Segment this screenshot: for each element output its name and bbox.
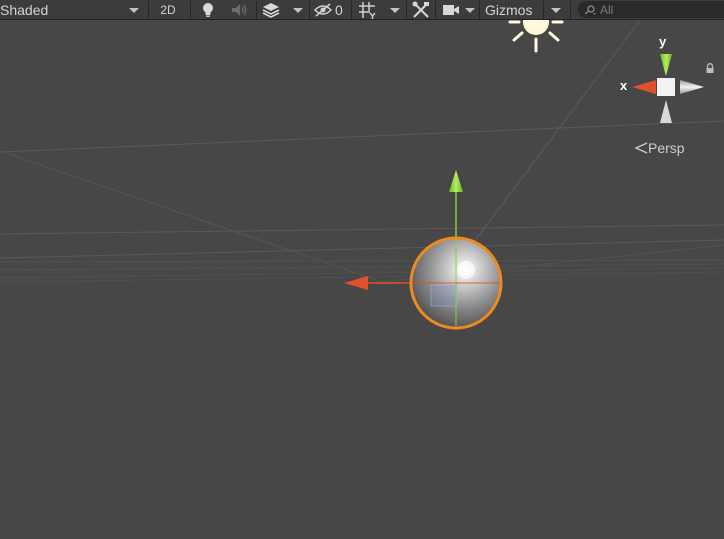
camera-icon[interactable]: [441, 0, 461, 20]
tools-icon[interactable]: [410, 0, 432, 20]
camera-dropdown-arrow[interactable]: [462, 0, 478, 20]
projection-label: Persp: [648, 140, 685, 156]
effects-dropdown-arrow[interactable]: [288, 0, 308, 20]
selected-sphere: [409, 236, 503, 330]
x-axis-label: x: [620, 78, 628, 93]
eye-slash-icon: [313, 2, 333, 18]
grid-icon[interactable]: [355, 0, 379, 20]
orientation-gizmo: [632, 54, 704, 123]
scene-search[interactable]: [578, 1, 724, 18]
2d-mode-button[interactable]: 2D: [152, 0, 184, 20]
scene-toolbar: Shaded 2D 0 Gizmos All: [0, 0, 724, 20]
lightbulb-icon[interactable]: [199, 0, 217, 20]
layers-icon[interactable]: [260, 0, 282, 20]
chevron-down-icon[interactable]: [128, 0, 140, 20]
projection-toggle[interactable]: Persp: [634, 140, 685, 157]
gizmos-dropdown-arrow[interactable]: [547, 0, 565, 20]
scene-grid: [0, 20, 724, 283]
hidden-objects-count: 0: [335, 2, 343, 18]
shading-mode-dropdown[interactable]: Shaded: [0, 0, 126, 20]
grid-dropdown-arrow[interactable]: [385, 0, 405, 20]
shading-mode-label: Shaded: [0, 2, 49, 18]
speaker-icon[interactable]: [229, 0, 251, 20]
lock-icon[interactable]: [705, 60, 715, 78]
2d-mode-label: 2D: [160, 3, 176, 17]
gizmos-label: Gizmos: [485, 2, 533, 18]
y-axis-label: y: [659, 34, 667, 49]
hidden-objects-toggle[interactable]: 0: [313, 0, 353, 20]
search-icon: [584, 4, 596, 15]
perspective-icon: [634, 141, 648, 157]
scene-canvas: [0, 20, 724, 330]
gizmos-button[interactable]: Gizmos: [481, 0, 543, 20]
search-input[interactable]: [600, 2, 720, 17]
scene-viewport[interactable]: y x Persp: [0, 20, 724, 539]
sun-icon: [508, 20, 564, 53]
